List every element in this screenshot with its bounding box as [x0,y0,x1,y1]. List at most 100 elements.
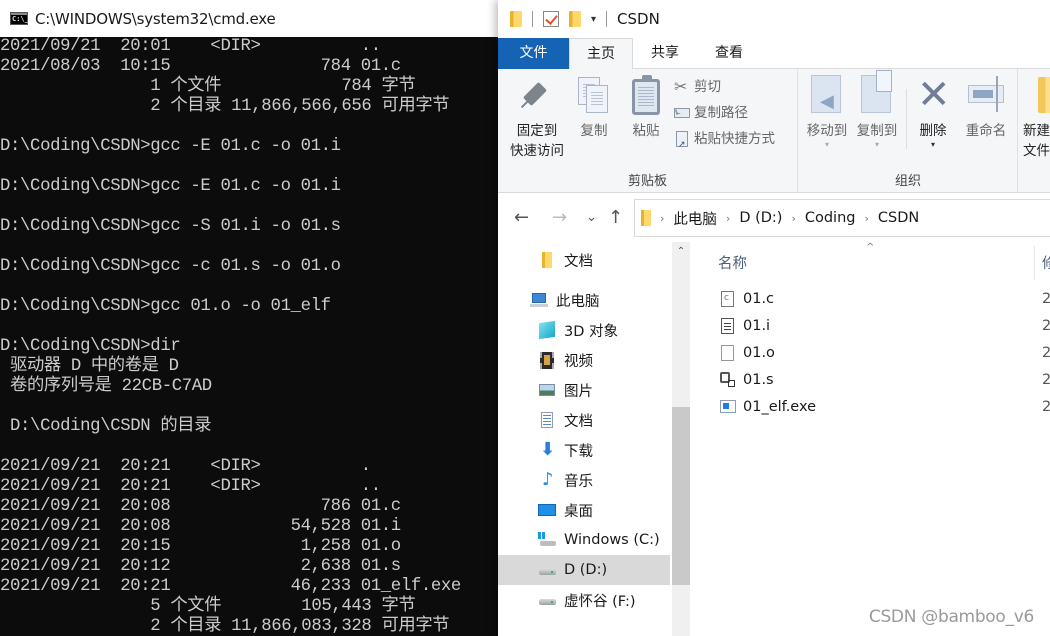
windows-drive-icon [538,532,556,548]
console-line: 2021/09/21 20:15 1,258 01.o [0,537,401,556]
nav-item-label: 3D 对象 [564,323,618,340]
nav-item[interactable]: 桌面 [498,495,670,525]
scroll-up-arrow-icon[interactable]: ⌃ [672,246,690,257]
breadcrumb-separator[interactable]: › [660,212,664,225]
paste-shortcut-button[interactable]: 粘贴快捷方式 [674,128,775,156]
console-line: D:\Coding\CSDN 的目录 [0,417,212,436]
breadcrumb-coding[interactable]: Coding [805,210,856,226]
nav-item-label: 图片 [564,383,593,400]
file-list: ^ 名称 修 c 01.c 2 01.i 2 01.o 2 01.s 2 01_elf.exe 2 [694,242,1050,636]
nav-item[interactable]: 文档 [498,245,670,275]
address-bar[interactable]: › 此电脑 › D (D:) › Coding › CSDN [634,199,1050,237]
forward-button[interactable]: → [552,208,567,228]
nav-item[interactable]: ♪ 音乐 [498,465,670,495]
customize-quick-access-dropdown[interactable]: ▾ [591,14,596,25]
tab-home[interactable]: 主页 [569,38,633,70]
ribbon-home: 固定到 快速访问 复制 粘贴 ✂ 剪切 \\... 复制路径 ↗ 粘贴快捷方式 … [498,69,1050,193]
console-line: 5 个文件 105,443 字节 [0,597,416,616]
file-date-modified: 2 [1042,318,1050,334]
explorer-window-title: CSDN [617,10,660,28]
column-header-date-modified[interactable]: 修 [1042,252,1050,273]
chevron-down-icon: ▾ [824,140,829,149]
file-date-modified: 2 [1042,345,1050,361]
console-line: 2021/09/21 20:21 <DIR> . [0,457,371,476]
column-divider[interactable] [1034,246,1035,280]
breadcrumb-separator[interactable]: › [864,212,868,225]
recent-locations-button[interactable]: ⌄ [586,208,597,228]
delete-x-icon: ✕ [917,72,951,118]
cmd-console-output[interactable]: 2021/09/21 20:01 <DIR> .. 2021/08/03 10:1… [0,37,498,636]
nav-item-label: 音乐 [564,473,593,490]
nav-item-label: 视频 [564,353,593,370]
explorer-title-bar[interactable]: ▾ CSDN [498,0,1050,38]
new-folder-button[interactable]: 新建 文件夹 [1023,75,1050,161]
new-folder-label-line2: 文件夹 [1023,143,1050,159]
file-row[interactable]: 01.i 2 [720,313,1050,339]
cmd-title-bar[interactable]: C:\_ C:\WINDOWS\system32\cmd.exe [0,0,498,37]
tab-view[interactable]: 查看 [697,38,761,69]
nav-item-label: 虚怀谷 (F:) [564,593,636,610]
column-header-name[interactable]: 名称 [718,252,747,273]
breadcrumb-separator[interactable]: › [726,212,730,225]
this-pc-icon [530,292,548,308]
nav-item[interactable]: 此电脑 [498,285,670,315]
console-line: D:\Coding\CSDN>gcc 01.o -o 01_elf [0,297,331,316]
breadcrumb-this-pc[interactable]: 此电脑 [673,208,717,229]
copy-label: 复制 [580,123,608,139]
breadcrumb-separator[interactable]: › [791,212,795,225]
nav-item[interactable]: Windows (C:) [498,525,670,555]
file-row[interactable]: c 01.c 2 [720,286,1050,312]
cut-label: 剪切 [694,79,721,95]
nav-item[interactable]: 虚怀谷 (F:) [498,585,670,615]
nav-item-label: 桌面 [564,503,593,520]
nav-item[interactable]: 图片 [498,375,670,405]
new-folder-quick-icon[interactable] [569,11,581,27]
nav-pane-scrollbar[interactable]: ⌃ [672,242,690,636]
pictures-icon [538,382,556,398]
console-line: D:\Coding\CSDN>dir [0,337,181,356]
move-to-button[interactable]: 移动到 ▾ [803,75,851,149]
chevron-down-icon: ▾ [874,140,879,149]
copy-button[interactable]: 复制 [574,75,614,141]
up-button[interactable]: ↑ [608,208,623,228]
file-date-modified: 2 [1042,291,1050,307]
file-explorer-window[interactable]: ▾ CSDN 文件 主页 共享 查看 固定到 快速访问 复制 粘贴 ✂ 剪切 \… [498,0,1050,636]
rename-button[interactable]: 重命名 [961,75,1011,141]
clipboard-icon [628,75,664,115]
nav-item[interactable]: 视频 [498,345,670,375]
nav-item-label: 此电脑 [556,293,600,310]
nav-item[interactable]: 文档 [498,405,670,435]
copy-path-icon: \\... [674,105,690,121]
file-row[interactable]: 01.s 2 [720,367,1050,393]
breadcrumb-d-drive[interactable]: D (D:) [739,210,782,226]
scrollbar-thumb[interactable] [672,407,690,585]
pin-to-quick-access-button[interactable]: 固定到 快速访问 [506,75,568,161]
tab-file[interactable]: 文件 [498,38,569,69]
cut-button[interactable]: ✂ 剪切 [674,76,721,98]
nav-item[interactable]: 3D 对象 [498,315,670,345]
copy-to-button[interactable]: 复制到 ▾ [853,70,901,149]
music-icon: ♪ [542,469,554,490]
new-folder-label-line1: 新建 [1023,123,1050,139]
drive-icon [538,562,556,578]
back-button[interactable]: ← [514,208,529,228]
exe-file-icon [720,398,736,416]
file-row[interactable]: 01.o 2 [720,340,1050,366]
copy-path-button[interactable]: \\... 复制路径 [674,102,748,124]
paste-button[interactable]: 粘贴 [626,75,666,141]
cmd-window[interactable]: C:\_ C:\WINDOWS\system32\cmd.exe 2021/09… [0,0,498,636]
properties-checkbox-icon[interactable] [543,11,559,27]
nav-item[interactable]: D (D:) [498,555,670,585]
delete-button[interactable]: ✕ 删除 ▾ [913,75,953,149]
tab-share[interactable]: 共享 [633,38,697,69]
copy-to-icon [859,70,895,115]
nav-item-label: D (D:) [564,562,608,578]
file-date-modified: 2 [1042,372,1050,388]
nav-item[interactable]: ⬇ 下载 [498,435,670,465]
breadcrumb-csdn[interactable]: CSDN [878,210,919,226]
console-line: 2021/08/03 10:15 784 01.c [0,57,401,76]
cmd-window-title: C:\WINDOWS\system32\cmd.exe [35,9,276,28]
file-row[interactable]: 01_elf.exe 2 [720,394,1050,420]
